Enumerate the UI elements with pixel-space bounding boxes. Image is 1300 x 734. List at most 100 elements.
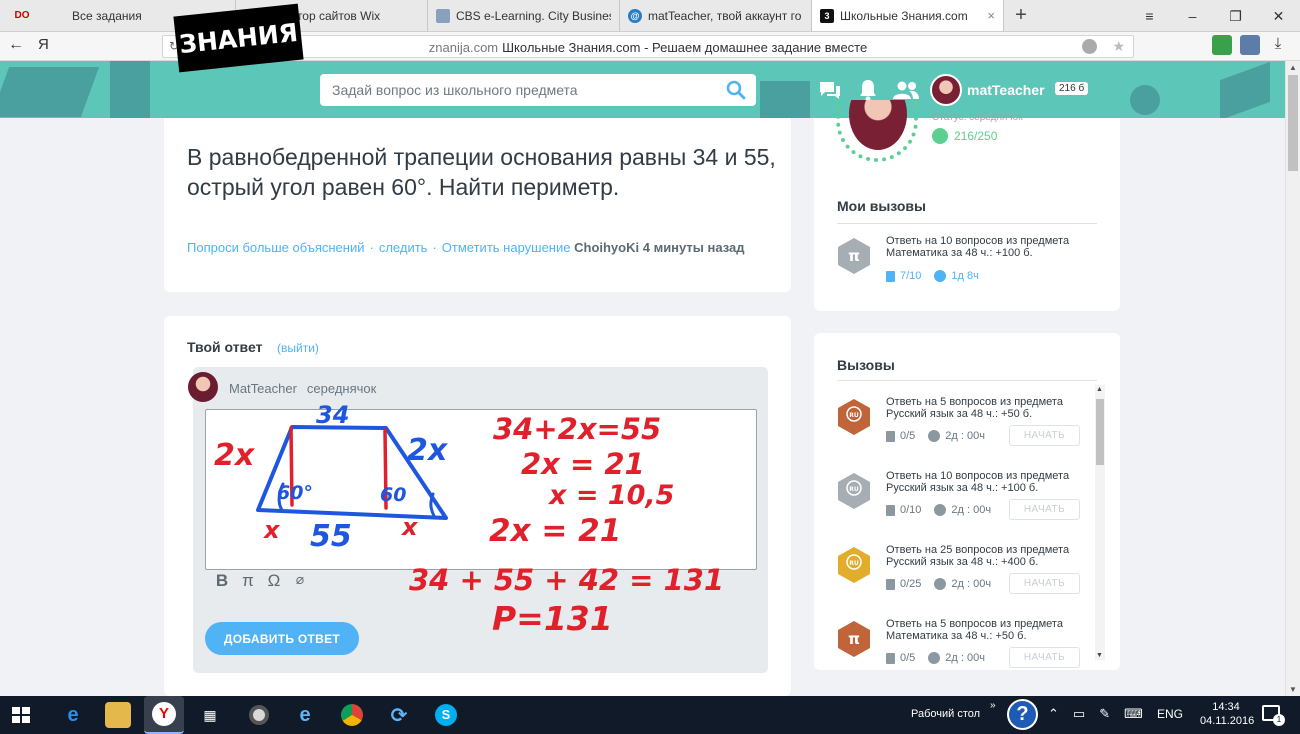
document-icon <box>886 578 895 590</box>
url-field[interactable]: ↻ znanija.com Школьные Знания.com - Решае… <box>162 35 1134 58</box>
scroll-up-arrow-icon[interactable]: ▲ <box>1289 63 1297 72</box>
challenges-scrollbar[interactable]: ▲ ▼ <box>1095 385 1105 660</box>
clock[interactable]: 14:34 04.11.2016 <box>1200 700 1254 728</box>
challenge-item[interactable]: RU Ответь на 5 вопросов из предмета Русс… <box>836 396 1086 452</box>
notification-count: 1 <box>1273 714 1285 726</box>
challenge-item[interactable]: π Ответь на 5 вопросов из предмета Матем… <box>836 618 1086 670</box>
search-icon[interactable] <box>726 80 746 100</box>
editor-rank: середнячок <box>306 381 377 396</box>
app-icon[interactable]: ⟳ <box>386 702 412 728</box>
skype-icon[interactable]: S <box>433 702 459 728</box>
back-arrow-icon[interactable]: ← <box>8 36 24 54</box>
yandex-browser-icon[interactable]: Y <box>144 696 184 734</box>
keyboard-icon[interactable]: ⌨ <box>1124 706 1143 722</box>
document-icon <box>886 652 895 664</box>
friends-icon[interactable] <box>892 80 920 100</box>
start-challenge-button[interactable]: НАЧАТЬ <box>1009 573 1080 594</box>
pi-symbol-icon[interactable]: π <box>241 571 255 591</box>
scrollbar-thumb[interactable] <box>1288 75 1298 171</box>
question-author[interactable]: ChoihyoKi <box>574 240 639 255</box>
pen-icon[interactable]: ✎ <box>1099 706 1110 722</box>
scroll-up-arrow-icon[interactable]: ▲ <box>1096 386 1103 393</box>
chrome-icon[interactable] <box>339 702 365 728</box>
internet-explorer-icon[interactable]: e <box>292 702 318 728</box>
browser-menu-icon[interactable]: ≡ <box>1128 0 1171 32</box>
editor-avatar <box>188 372 218 402</box>
exit-answer-link[interactable]: (выйти) <box>277 341 319 355</box>
challenge-meta: 7/10 1д 8ч <box>886 270 979 282</box>
math-badge-icon: π <box>838 238 870 274</box>
notifications-icon[interactable]: 1 <box>1262 705 1285 726</box>
search-input[interactable] <box>320 74 710 106</box>
notifications-bell-icon[interactable] <box>858 78 878 102</box>
challenge-time: 1д 8ч <box>951 270 979 282</box>
my-challenge-item[interactable]: π Ответь на 10 вопросов из предмета Мате… <box>836 235 1086 291</box>
minimize-button[interactable]: – <box>1171 0 1214 32</box>
browser-tab-3[interactable]: CBS e-Learning. City Busines <box>428 0 620 31</box>
header-username[interactable]: matTeacher <box>967 82 1045 98</box>
extension-globe-icon[interactable] <box>1082 39 1097 54</box>
header-avatar[interactable] <box>930 74 962 106</box>
desktop-toolbar-label[interactable]: Рабочий стол <box>911 708 980 720</box>
tray-chevron-icon[interactable]: ⌃ <box>1048 706 1059 722</box>
extension-icon[interactable] <box>1212 35 1232 55</box>
challenge-item[interactable]: RU Ответь на 10 вопросов из предмета Рус… <box>836 470 1086 526</box>
profile-points: 216/250 <box>932 128 997 144</box>
attachment-icon[interactable]: ⌀ <box>293 571 307 591</box>
browser-logo[interactable]: DO <box>0 0 44 31</box>
messages-icon[interactable] <box>818 80 842 102</box>
app-icon[interactable] <box>246 702 272 728</box>
answer-card: Твой ответ (выйти) MatTeacher середнячок … <box>164 316 791 696</box>
new-tab-button[interactable]: + <box>1004 0 1038 31</box>
restore-button[interactable]: ❐ <box>1214 0 1257 32</box>
challenge-text: Ответь на 25 вопросов из предмета Русски… <box>886 544 1070 568</box>
report-violation-link[interactable]: Отметить нарушение <box>442 240 571 255</box>
tab-close-icon[interactable]: × <box>987 8 995 23</box>
language-indicator[interactable]: ENG <box>1157 707 1183 721</box>
download-icon[interactable]: ⤓ <box>1268 35 1288 55</box>
edge-icon[interactable]: e <box>60 702 86 728</box>
page-scrollbar[interactable]: ▲ ▼ <box>1285 61 1300 696</box>
start-challenge-button[interactable]: НАЧАТЬ <box>1009 499 1080 520</box>
scroll-down-arrow-icon[interactable]: ▼ <box>1096 652 1103 659</box>
challenges-title: Вызовы <box>837 357 895 373</box>
separator: · <box>369 240 374 255</box>
toolbar-chevron-icon[interactable]: » <box>990 700 996 711</box>
add-answer-button[interactable]: ДОБАВИТЬ ОТВЕТ <box>205 622 359 655</box>
omega-symbol-icon[interactable]: Ω <box>267 571 281 591</box>
profile-card: Статус: середнячок 216/250 Мои вызовы π … <box>814 100 1120 311</box>
bookmark-star-icon[interactable]: ★ <box>1112 38 1125 55</box>
clock-icon <box>928 652 941 664</box>
scrollbar-thumb[interactable] <box>1096 399 1104 465</box>
battery-icon[interactable]: ▭ <box>1073 706 1085 722</box>
ask-more-explanations-link[interactable]: Попроси больше объяснений <box>187 240 365 255</box>
scroll-down-arrow-icon[interactable]: ▼ <box>1289 685 1297 694</box>
challenge-text: Ответь на 5 вопросов из предмета Математ… <box>886 618 1063 642</box>
url-page-title: Школьные Знания.com - Решаем домашнее за… <box>502 40 868 55</box>
answer-textarea[interactable] <box>205 409 757 570</box>
close-window-button[interactable]: ✕ <box>1257 0 1300 32</box>
search-box <box>320 74 756 106</box>
challenge-text: Ответь на 10 вопросов из предмета Матема… <box>886 235 1070 259</box>
follow-link[interactable]: следить <box>379 240 428 255</box>
profile-avatar-ring[interactable] <box>836 100 918 162</box>
browser-logo-text: DO <box>14 10 30 21</box>
answer-editor: MatTeacher середнячок B π Ω ⌀ ДОБАВИТЬ ОТ… <box>188 367 768 673</box>
russian-badge-icon: RU <box>838 399 870 435</box>
bold-icon[interactable]: B <box>215 571 229 591</box>
challenge-progress: 0/25 <box>900 578 922 590</box>
challenge-meta: 0/25 2д : 00ч <box>886 578 991 590</box>
browser-tab-5-active[interactable]: 3 Школьные Знания.com × <box>812 0 1004 31</box>
browser-tab-4[interactable]: @ matTeacher, твой аккаунт го <box>620 0 812 31</box>
start-challenge-button[interactable]: НАЧАТЬ <box>1009 647 1080 668</box>
cbs-favicon-icon <box>436 8 450 23</box>
file-explorer-icon[interactable] <box>105 702 131 728</box>
document-icon <box>886 270 895 282</box>
challenge-item[interactable]: RU Ответь на 25 вопросов из предмета Рус… <box>836 544 1086 600</box>
store-icon[interactable]: ▦ <box>197 702 223 728</box>
extension-icon[interactable] <box>1240 35 1260 55</box>
windows-start-icon[interactable] <box>12 707 30 723</box>
yandex-icon[interactable]: Я <box>38 36 49 53</box>
help-icon[interactable]: ? <box>1007 699 1038 730</box>
start-challenge-button[interactable]: НАЧАТЬ <box>1009 425 1080 446</box>
